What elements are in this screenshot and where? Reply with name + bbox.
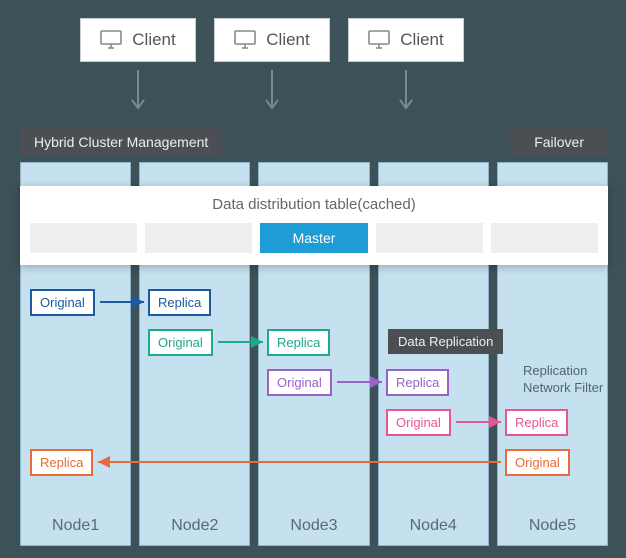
master-label: Master <box>293 230 336 246</box>
failover-label: Failover <box>510 128 608 156</box>
arrow-down-icon <box>80 68 196 116</box>
node-name: Node4 <box>379 517 488 535</box>
client-row: Client Client Client <box>80 18 464 62</box>
client-box: Client <box>214 18 330 62</box>
arrow-down-icon <box>214 68 330 116</box>
client-label: Client <box>132 30 175 50</box>
original-tag: Original <box>30 289 95 316</box>
original-tag: Original <box>148 329 213 356</box>
arrow-down-icon <box>348 68 464 116</box>
master-slot: Master <box>260 223 367 253</box>
side-note-line: Network Filter <box>523 380 603 397</box>
client-box: Client <box>80 18 196 62</box>
client-label: Client <box>400 30 443 50</box>
data-replication-label: Data Replication <box>388 329 503 354</box>
replica-tag: Replica <box>267 329 330 356</box>
replica-tag: Replica <box>30 449 93 476</box>
node-name: Node1 <box>21 517 130 535</box>
node-name: Node3 <box>259 517 368 535</box>
node-name: Node2 <box>140 517 249 535</box>
data-distribution-title: Data distribution table(cached) <box>30 196 598 213</box>
original-tag: Original <box>505 449 570 476</box>
client-label: Client <box>266 30 309 50</box>
slot-row: Master <box>30 223 598 253</box>
slot <box>30 223 137 253</box>
slot <box>491 223 598 253</box>
side-note-line: Replication <box>523 363 603 380</box>
original-tag: Original <box>386 409 451 436</box>
monitor-icon <box>368 30 390 50</box>
client-box: Client <box>348 18 464 62</box>
node-name: Node5 <box>498 517 607 535</box>
data-distribution-panel: Data distribution table(cached) Master <box>20 186 608 265</box>
slot <box>145 223 252 253</box>
side-note: Replication Network Filter <box>523 363 603 397</box>
replica-tag: Replica <box>148 289 211 316</box>
hybrid-cluster-management-label: Hybrid Cluster Management <box>20 128 222 156</box>
monitor-icon <box>100 30 122 50</box>
original-tag: Original <box>267 369 332 396</box>
replica-tag: Replica <box>505 409 568 436</box>
replica-tag: Replica <box>386 369 449 396</box>
slot <box>376 223 483 253</box>
client-arrows <box>80 68 464 116</box>
monitor-icon <box>234 30 256 50</box>
cluster-diagram: Client Client Client Hybrid Cluster Mana… <box>0 0 626 558</box>
